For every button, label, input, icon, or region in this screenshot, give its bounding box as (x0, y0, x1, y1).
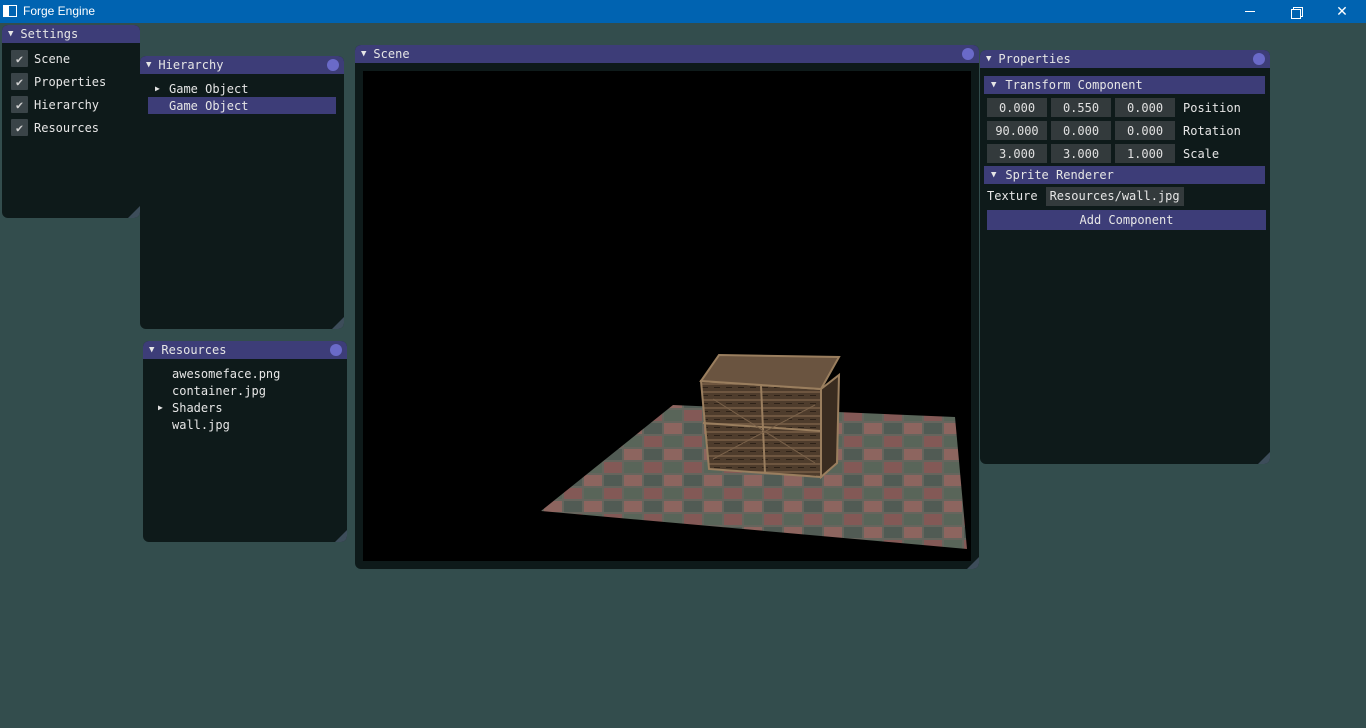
settings-item-resources[interactable]: ✔ Resources (2, 116, 140, 139)
resource-folder-shaders[interactable]: ▶ Shaders (143, 399, 347, 416)
scene-panel-header[interactable]: ▼ Scene (355, 45, 979, 63)
app-icon (3, 5, 17, 17)
rotation-row: 90.000 0.000 0.000 Rotation (980, 119, 1270, 142)
hierarchy-item-game-object-selected[interactable]: Game Object (148, 97, 336, 114)
settings-item-scene[interactable]: ✔ Scene (2, 47, 140, 70)
scale-y-field[interactable]: 3.000 (1051, 144, 1111, 163)
panel-close-button[interactable] (330, 344, 342, 356)
checkbox-hierarchy[interactable]: ✔ (11, 96, 28, 113)
settings-item-label: Properties (34, 74, 107, 89)
minimize-icon (1245, 11, 1255, 12)
panel-close-button[interactable] (1253, 53, 1265, 65)
checkmark-icon: ✔ (15, 120, 24, 135)
resource-item-container[interactable]: container.jpg (143, 382, 347, 399)
checkbox-properties[interactable]: ✔ (11, 73, 28, 90)
rotation-label: Rotation (1183, 123, 1241, 138)
checkbox-resources[interactable]: ✔ (11, 119, 28, 136)
rotation-y-field[interactable]: 0.000 (1051, 121, 1111, 140)
panel-close-button[interactable] (327, 59, 339, 71)
resource-item-label: Shaders (172, 400, 223, 415)
position-label: Position (1183, 100, 1241, 115)
settings-panel-title: Settings (20, 27, 79, 41)
expand-arrow-icon[interactable]: ▶ (158, 403, 172, 412)
hierarchy-item-label: Game Object (169, 98, 249, 113)
settings-panel: ▼ Settings ✔ Scene ✔ Properties ✔ Hierar… (2, 25, 140, 218)
properties-panel-header[interactable]: ▼ Properties (980, 50, 1270, 68)
position-z-field[interactable]: 0.000 (1115, 98, 1175, 117)
settings-item-label: Scene (34, 51, 71, 66)
restore-icon (1291, 6, 1303, 19)
checkmark-icon: ✔ (15, 97, 24, 112)
resources-panel-title: Resources (161, 343, 227, 357)
panel-close-button[interactable] (962, 48, 974, 60)
collapse-arrow-icon[interactable]: ▼ (986, 54, 991, 64)
minimize-button[interactable] (1227, 0, 1273, 23)
hierarchy-panel-header[interactable]: ▼ Hierarchy (140, 56, 344, 74)
scene-viewport[interactable] (363, 71, 971, 561)
expand-arrow-icon[interactable]: ▶ (155, 84, 169, 93)
collapse-arrow-icon[interactable]: ▼ (991, 80, 996, 90)
transform-component-title: Transform Component (1005, 78, 1143, 92)
position-row: 0.000 0.550 0.000 Position (980, 96, 1270, 119)
sprite-renderer-header[interactable]: ▼ Sprite Renderer (984, 166, 1265, 184)
collapse-arrow-icon[interactable]: ▼ (149, 345, 154, 355)
collapse-arrow-icon[interactable]: ▼ (991, 170, 996, 180)
maximize-button[interactable] (1273, 0, 1319, 23)
resize-grip[interactable] (335, 530, 347, 542)
window-title: Forge Engine (23, 4, 96, 18)
scale-label: Scale (1183, 146, 1220, 161)
settings-item-label: Resources (34, 120, 100, 135)
resize-grip[interactable] (128, 206, 140, 218)
add-component-button[interactable]: Add Component (987, 210, 1266, 230)
scene-render (541, 353, 967, 549)
checkmark-icon: ✔ (15, 51, 24, 66)
crate-side (820, 372, 841, 480)
scene-panel-title: Scene (373, 47, 410, 61)
window-titlebar: Forge Engine ✕ (0, 0, 1366, 23)
hierarchy-panel-title: Hierarchy (158, 58, 224, 72)
transform-component-header[interactable]: ▼ Transform Component (984, 76, 1265, 94)
settings-item-hierarchy[interactable]: ✔ Hierarchy (2, 93, 140, 116)
position-y-field[interactable]: 0.550 (1051, 98, 1111, 117)
hierarchy-item-game-object[interactable]: ▶ Game Object (140, 80, 344, 97)
properties-panel-title: Properties (998, 52, 1071, 66)
position-x-field[interactable]: 0.000 (987, 98, 1047, 117)
checkbox-scene[interactable]: ✔ (11, 50, 28, 67)
scene-panel: ▼ Scene (355, 45, 979, 569)
resize-grip[interactable] (332, 317, 344, 329)
rotation-z-field[interactable]: 0.000 (1115, 121, 1175, 140)
resource-item-label: wall.jpg (172, 417, 230, 432)
resource-item-label: container.jpg (172, 383, 266, 398)
resource-item-awesomeface[interactable]: awesomeface.png (143, 365, 347, 382)
resources-panel: ▼ Resources awesomeface.png container.jp… (143, 341, 347, 542)
scale-row: 3.000 3.000 1.000 Scale (980, 142, 1270, 165)
resource-item-label: awesomeface.png (172, 366, 281, 381)
settings-panel-header[interactable]: ▼ Settings (2, 25, 140, 43)
texture-label: Texture (987, 189, 1038, 203)
sprite-renderer-title: Sprite Renderer (1005, 168, 1114, 182)
resize-grip[interactable] (967, 557, 979, 569)
properties-panel: ▼ Properties ▼ Transform Component 0.000… (980, 50, 1270, 464)
scale-x-field[interactable]: 3.000 (987, 144, 1047, 163)
rotation-x-field[interactable]: 90.000 (987, 121, 1047, 140)
resource-item-wall[interactable]: wall.jpg (143, 416, 347, 433)
scale-z-field[interactable]: 1.000 (1115, 144, 1175, 163)
collapse-arrow-icon[interactable]: ▼ (146, 60, 151, 70)
texture-field[interactable]: Resources/wall.jpg (1045, 186, 1184, 206)
collapse-arrow-icon[interactable]: ▼ (8, 29, 13, 39)
collapse-arrow-icon[interactable]: ▼ (361, 49, 366, 59)
settings-item-label: Hierarchy (34, 97, 100, 112)
checkmark-icon: ✔ (15, 74, 24, 89)
close-icon: ✕ (1336, 3, 1348, 19)
close-window-button[interactable]: ✕ (1319, 0, 1365, 23)
hierarchy-panel: ▼ Hierarchy ▶ Game Object Game Object (140, 56, 344, 329)
resize-grip[interactable] (1258, 452, 1270, 464)
hierarchy-item-label: Game Object (169, 81, 249, 96)
texture-row: Texture Resources/wall.jpg (980, 184, 1270, 208)
settings-item-properties[interactable]: ✔ Properties (2, 70, 140, 93)
resources-panel-header[interactable]: ▼ Resources (143, 341, 347, 359)
